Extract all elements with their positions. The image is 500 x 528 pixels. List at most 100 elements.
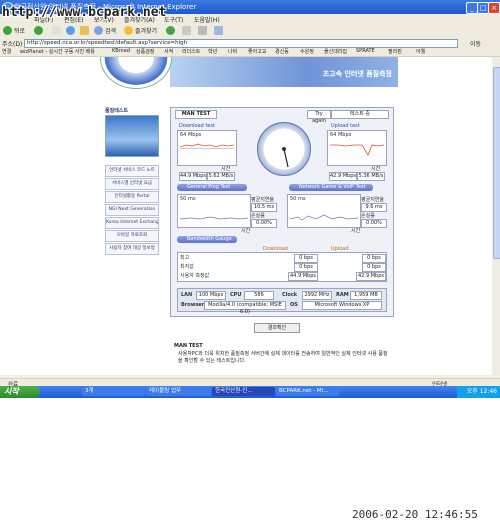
close-button[interactable]: × — [488, 2, 500, 14]
info-text: 사용자PC와 더욱 위치한 품질측정 서버간에 실제 데이터를 전송하여 일반적… — [178, 351, 388, 364]
sidebar-banner-image[interactable] — [105, 115, 159, 157]
speed-gauge — [257, 122, 311, 176]
os-label: OS — [290, 302, 298, 308]
link-item[interactable]: 경신동 — [275, 48, 289, 55]
clock-label: Clock — [282, 292, 298, 298]
forward-icon[interactable] — [34, 26, 43, 35]
edit-icon[interactable] — [214, 26, 223, 35]
sidebar-item[interactable]: 인터넷 서비스 코드 노트 — [105, 165, 159, 177]
stop-icon[interactable] — [52, 26, 61, 35]
menu-help[interactable]: 도움말(H) — [194, 15, 220, 24]
browser-value: Mozilla/4.0 (compatible; MSIE 6.0) — [204, 301, 286, 315]
upload-title: Upload test — [331, 123, 360, 129]
sidebar-heading: 품질테스트 — [105, 108, 129, 114]
status-field: 테스트 중 — [331, 110, 389, 119]
ping-loss-label: 손실률 — [251, 213, 265, 219]
tab-man-test[interactable]: MAN TEST — [175, 110, 217, 119]
ping-graph: 50 ms — [177, 194, 251, 228]
link-item[interactable]: 플신대리집 — [324, 48, 347, 55]
favorites-icon[interactable] — [124, 26, 133, 35]
start-button[interactable]: 시작 — [0, 386, 40, 398]
link-item[interactable]: wizPlanet - 실시간 구동 사진 배틀 — [20, 48, 95, 55]
cpu-label: CPU — [230, 292, 242, 298]
row-upload: 0 bps — [362, 254, 386, 263]
ping-loss: 0.00% — [251, 219, 277, 228]
bandwidth-header: Bandwidth Gauge — [177, 236, 237, 243]
os-value: Microsoft Windows XP — [302, 301, 382, 310]
ping-time-label: 시간 — [241, 228, 251, 234]
upload-mbs: 5.36 MB/s — [357, 172, 385, 181]
taskbar-item-active[interactable]: 한국전산원-인... — [212, 387, 275, 396]
nt-avg-label: 평균지연율 — [361, 197, 385, 203]
row-label: 최저값 — [180, 264, 194, 270]
home-icon[interactable] — [80, 26, 89, 35]
system-info: LAN 100 Mbps CPU 586 Clock 2992 MHz RAM … — [177, 288, 387, 315]
lan-value: 100 Mbps — [196, 291, 226, 300]
sidebar-item[interactable]: Korea Internet Exchange — [105, 217, 159, 229]
sidebar-item[interactable]: NGI Next Generation — [105, 204, 159, 216]
ram-value: 1,959 MB — [350, 291, 382, 300]
links-label: 연결 — [2, 49, 12, 55]
link-item[interactable]: 서적 — [164, 48, 173, 55]
try-again-button[interactable]: Try again — [307, 110, 331, 124]
favorites-label[interactable]: 즐겨찾기 — [135, 26, 157, 35]
sidebar-item[interactable]: 인터넷활용 Portal — [105, 191, 159, 203]
back-icon[interactable] — [3, 26, 12, 35]
nt-time-label: 시간 — [351, 228, 361, 234]
print-icon[interactable] — [198, 26, 207, 35]
nt-loss: 0.00% — [361, 219, 387, 228]
upload-graph: 64 Mbps — [327, 130, 387, 166]
sidebar-item[interactable]: 모바일 자료조회 — [105, 230, 159, 242]
nt-loss-label: 손실률 — [361, 213, 375, 219]
search-icon[interactable] — [94, 26, 103, 35]
vertical-scrollbar[interactable] — [492, 57, 500, 375]
link-item[interactable]: SPRATE — [356, 48, 375, 54]
links-bar: 연결 wizPlanet - 실시간 구동 사진 배틀 KBroad 상품검정 … — [0, 48, 500, 57]
link-item[interactable]: KBroad — [112, 48, 130, 54]
test-panel: MAN TEST Try again 테스트 중 Download test 6… — [170, 107, 394, 317]
scroll-thumb[interactable] — [493, 67, 500, 259]
banner-title: 초고속 인터넷 품질측정 — [322, 70, 392, 78]
menu-tools[interactable]: 도구(T) — [164, 15, 183, 24]
link-item[interactable]: 아웰 — [416, 48, 425, 55]
clock-value: 2992 MHz — [302, 291, 332, 300]
info-heading: MAN TEST — [174, 343, 203, 349]
nt-test-header: Network Game & VoIP Test — [289, 184, 373, 191]
taskbar-item[interactable]: 레이블링 업무 — [146, 387, 211, 396]
ping-avg: 10.5 ms — [251, 203, 277, 212]
row-download: 0 bps — [294, 263, 318, 272]
taskbar-item[interactable]: BCPARK.net - Mi... — [276, 387, 339, 396]
sidebar-item[interactable]: 사용자 참여 대상 정보방 — [105, 243, 159, 255]
link-item[interactable]: 리더스트 — [182, 48, 200, 55]
row-upload: 0 bps — [362, 263, 386, 272]
link-item[interactable]: 수원정 — [300, 48, 314, 55]
mail-icon[interactable] — [182, 26, 191, 35]
taskbar-clock: 오후 12:46 — [457, 386, 500, 398]
download-graph: 64 Mbps — [177, 130, 237, 166]
refresh-icon[interactable] — [66, 26, 75, 35]
row-upload: 42.9 Mbps — [356, 272, 386, 281]
result-button[interactable]: 결과확인 — [254, 323, 300, 333]
bandwidth-table: 최고 0 bps 0 bps 최저값 0 bps 0 bps 사용자 측정값 4… — [177, 252, 387, 282]
address-label: 주소(D) — [2, 41, 23, 48]
link-item[interactable]: 나비 — [228, 48, 237, 55]
link-item[interactable]: 필리핀 — [388, 48, 402, 55]
link-item[interactable]: 학년 — [208, 48, 217, 55]
sidebar-item[interactable]: 서비스별 인터넷 요금 — [105, 178, 159, 190]
go-button[interactable]: 이동 — [470, 39, 481, 48]
ram-label: RAM — [336, 292, 349, 298]
browser-window: 한국전산원-인터넷 품질측정 - Microsoft Internet Expl… — [0, 0, 500, 398]
watermark: http://www.bcpark.net — [2, 5, 167, 20]
back-label[interactable]: 뒤로 — [14, 26, 25, 35]
banner: 초고속 인터넷 품질측정 — [170, 57, 398, 87]
download-chart — [179, 143, 235, 150]
history-icon[interactable] — [166, 26, 175, 35]
cpu-value: 586 — [244, 291, 274, 300]
link-item[interactable]: 상품검정 — [136, 48, 154, 55]
nt-graph: 50 ms — [287, 194, 361, 228]
link-item[interactable]: 좋아고교 — [248, 48, 266, 55]
search-label[interactable]: 검색 — [105, 26, 116, 35]
taskbar-item[interactable]: 3개 — [82, 387, 145, 396]
address-input[interactable]: http://speed.nca.or.kr/speedtest/default… — [24, 39, 458, 48]
logo-gauge — [100, 57, 172, 89]
